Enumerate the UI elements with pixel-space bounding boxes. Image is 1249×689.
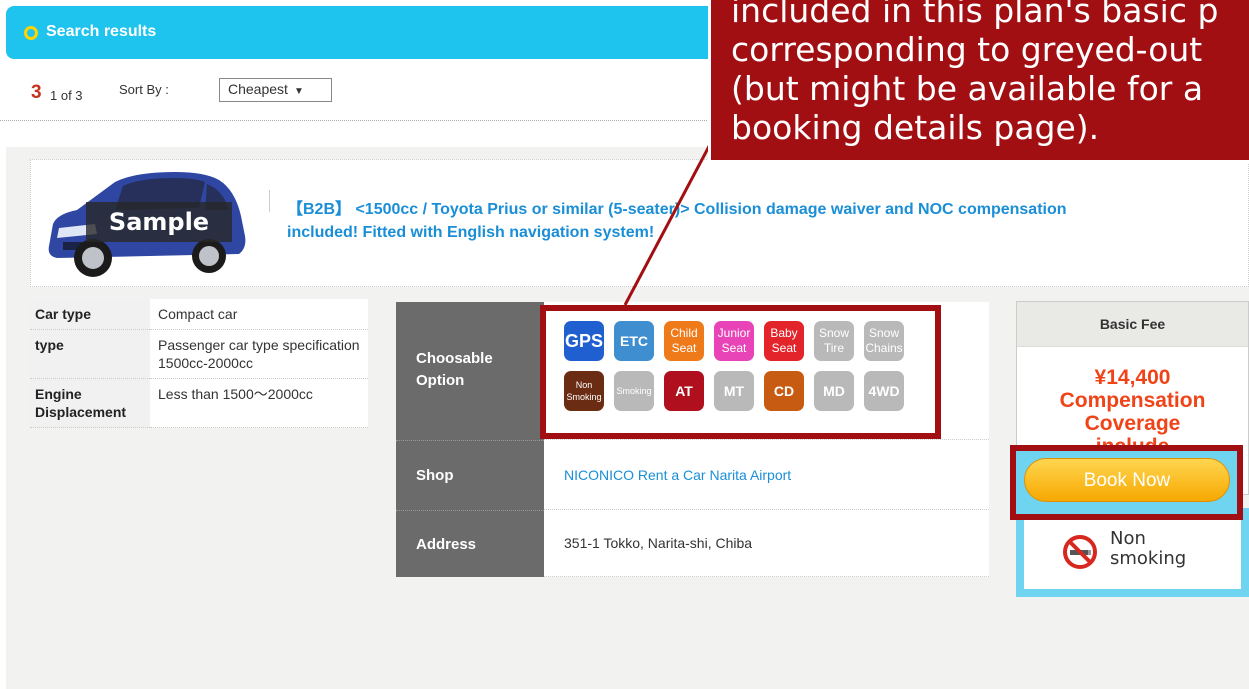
shop-link[interactable]: NICONICO Rent a Car Narita Airport: [544, 440, 989, 510]
spec-row: Car type Compact car: [30, 299, 368, 330]
callout-line: corresponding to greyed-out: [731, 30, 1203, 69]
dropdown-arrow-icon: ▼: [293, 86, 304, 97]
sort-value: Cheapest: [228, 81, 288, 97]
book-now-highlight-frame: [1010, 445, 1243, 520]
callout-line: included in this plan's basic p: [731, 0, 1219, 30]
options-highlight-frame: [540, 305, 941, 439]
options-label-cell: Choosable Option: [396, 302, 544, 440]
spec-value: Passenger car type specification 1500cc-…: [150, 329, 368, 379]
plan-title[interactable]: 【B2B】 <1500cc / Toyota Prius or similar …: [287, 198, 1107, 244]
callout-line: (but might be available for a: [731, 69, 1204, 108]
non-smoking-line: smoking: [1110, 548, 1187, 569]
spec-value: Compact car: [150, 299, 368, 330]
sort-label: Sort By :: [119, 82, 169, 97]
listing-title-box: Sample 【B2B】 <1500cc / Toyota Prius or s…: [30, 159, 1249, 287]
page-root: { "header": {"title": "Search results"},…: [0, 0, 1249, 689]
spec-value: Less than 1500～2000cc: [150, 378, 368, 428]
page-title: Search results: [46, 23, 157, 40]
spec-label: Engine Displacement: [30, 378, 150, 428]
non-smoking-panel: Non smoking: [1024, 516, 1241, 589]
circle-icon: [24, 26, 38, 40]
address-value: 351-1 Tokko, Narita-shi, Chiba: [544, 510, 989, 577]
address-label: Address: [396, 510, 544, 577]
options-label: Choosable Option: [416, 350, 493, 389]
spec-row: Engine Displacement Less than 1500～2000cc: [30, 378, 368, 428]
shop-label: Shop: [396, 440, 544, 510]
sample-label: Sample: [86, 202, 232, 242]
non-smoking-text: Non smoking: [1110, 529, 1186, 569]
annotation-callout: included in this plan's basic p correspo…: [708, 0, 1249, 163]
no-smoking-icon: [1063, 535, 1097, 569]
spec-label: type: [30, 329, 150, 379]
basic-fee-label: Basic Fee: [1017, 302, 1248, 347]
non-smoking-box: Non smoking: [1016, 508, 1249, 597]
spec-row: type Passenger car type specification 150…: [30, 329, 368, 379]
coverage-line: Compensation: [1059, 389, 1206, 412]
callout-line: booking details page).: [731, 108, 1100, 147]
non-smoking-line: Non: [1110, 528, 1146, 549]
spec-table: Car type Compact car type Passenger car ty…: [30, 299, 368, 428]
divider: [269, 190, 270, 212]
coverage-line: Coverage: [1084, 412, 1181, 435]
result-page-number: 3: [31, 82, 42, 103]
result-count: 1 of 3: [50, 88, 83, 103]
price: ¥14,400: [1094, 366, 1171, 389]
spec-label: Car type: [30, 299, 150, 330]
sort-select[interactable]: Cheapest ▼: [219, 78, 332, 102]
